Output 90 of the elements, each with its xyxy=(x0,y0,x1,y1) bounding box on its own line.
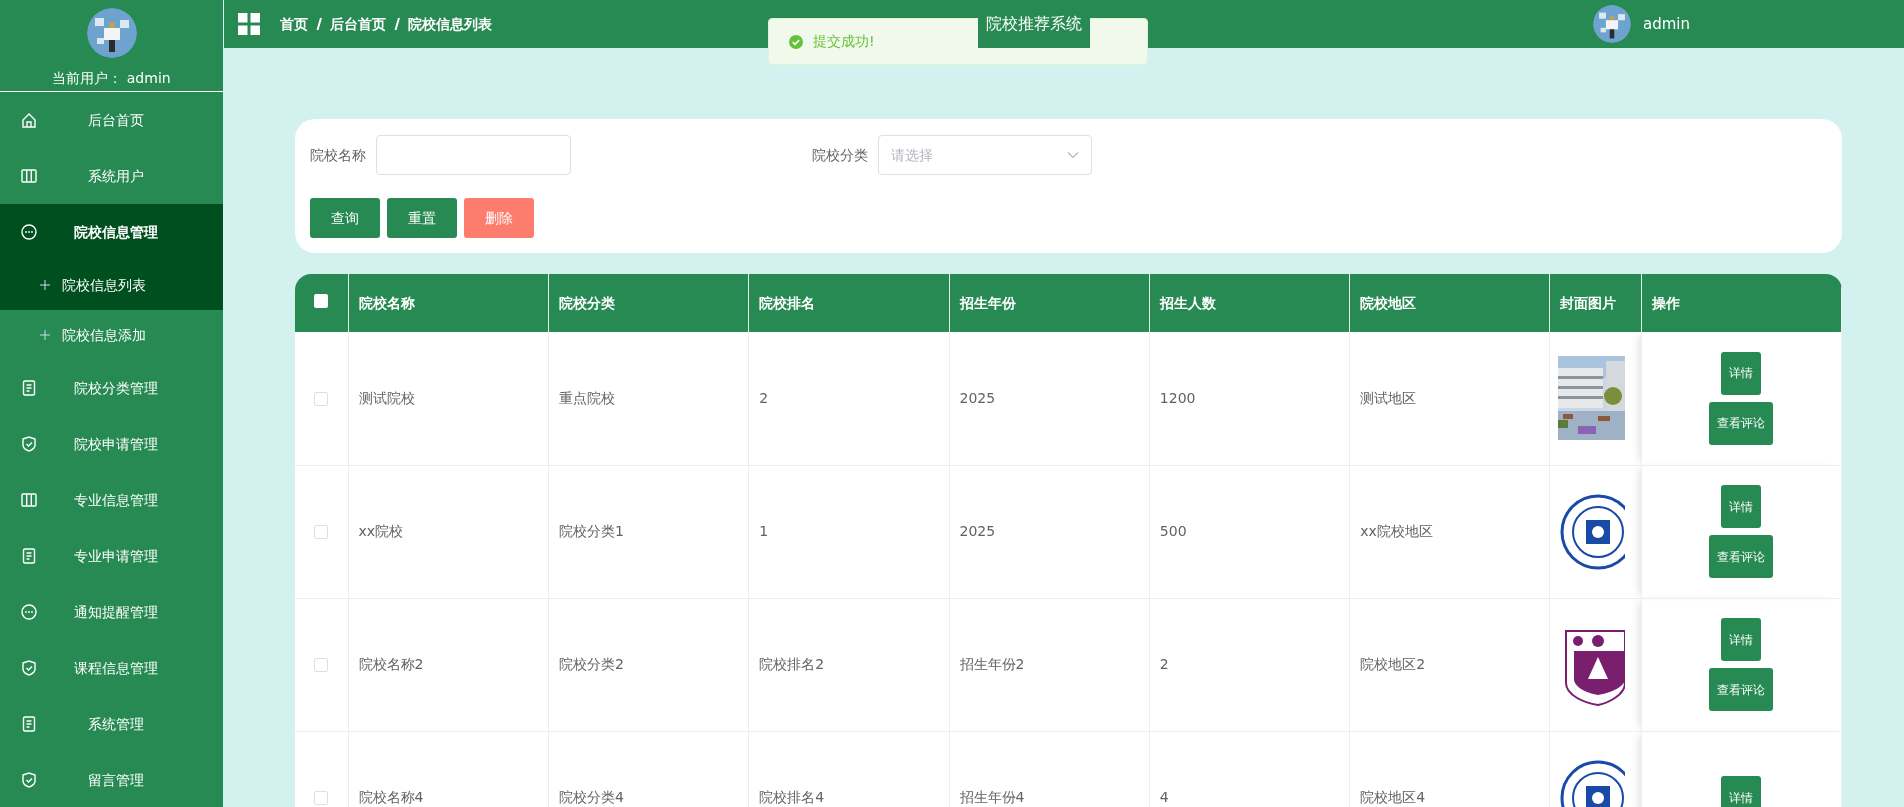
table-cell: 院校排名4 xyxy=(759,789,825,805)
shield-check-icon xyxy=(20,771,38,789)
document-icon xyxy=(20,715,38,733)
table-cell: xx院校 xyxy=(358,523,404,539)
table-cell: 院校分类4 xyxy=(558,789,624,805)
input-field[interactable] xyxy=(376,135,571,175)
column-header: 招生年份 xyxy=(959,294,1016,311)
table-cell: 招生年份2 xyxy=(959,656,1025,672)
submenu-item[interactable]: 院校信息列表 xyxy=(0,260,223,310)
sidebar-item[interactable]: 系统管理 xyxy=(0,696,223,752)
sidebar-item[interactable]: 专业信息管理 xyxy=(0,472,223,528)
menu-icon[interactable] xyxy=(238,13,260,35)
chevron-down-icon xyxy=(1067,151,1079,159)
table-cell: 重点院校 xyxy=(558,389,615,406)
separator-icon xyxy=(316,16,322,31)
user-label: 当前用户： xyxy=(52,70,123,86)
table-cell: 院校名称2 xyxy=(358,656,424,672)
table-cell: 2025 xyxy=(959,523,996,539)
chat-icon xyxy=(20,603,38,621)
table-cell: 500 xyxy=(1159,523,1187,539)
separator-icon xyxy=(394,16,400,31)
row-checkbox[interactable] xyxy=(314,391,329,406)
table-cell: 4 xyxy=(1159,789,1169,805)
check-circle-icon xyxy=(789,34,803,49)
sidebar-item[interactable]: 院校分类管理 xyxy=(0,360,223,416)
sidebar-item[interactable]: 系统用户 xyxy=(0,148,223,204)
home-icon xyxy=(20,111,38,129)
table-cell: xx院校地区 xyxy=(1360,523,1433,539)
table-cell: 院校排名2 xyxy=(759,656,825,672)
column-header: 院校分类 xyxy=(558,294,615,311)
document-icon xyxy=(20,379,38,397)
chat-icon xyxy=(20,223,38,241)
avatar xyxy=(1593,5,1631,43)
comments-button[interactable]: 查看评论 xyxy=(1709,668,1774,711)
avatar xyxy=(86,8,137,58)
select-all-checkbox[interactable] xyxy=(314,293,329,308)
table-cell: 测试地区 xyxy=(1360,389,1417,406)
table-cell: 2025 xyxy=(959,389,996,406)
sidebar-item[interactable]: 院校信息管理 xyxy=(0,204,223,260)
delete-button[interactable]: 删除 xyxy=(464,198,534,238)
field-label: 院校名称 xyxy=(310,145,366,165)
details-button[interactable]: 详情 xyxy=(1721,776,1762,807)
document-icon xyxy=(20,547,38,565)
table-cell: 1200 xyxy=(1159,389,1196,406)
details-button[interactable]: 详情 xyxy=(1721,351,1762,395)
table-cell: 院校地区4 xyxy=(1360,789,1426,805)
table-cell: 1 xyxy=(759,523,769,539)
column-header: 招生人数 xyxy=(1159,294,1216,311)
table-cell: 招生年份4 xyxy=(959,789,1025,805)
table-cell: 测试院校 xyxy=(358,389,415,406)
table-cell: 2 xyxy=(1159,656,1169,672)
shield-check-icon xyxy=(20,659,38,677)
columns-icon xyxy=(20,167,38,185)
user-name: admin xyxy=(1643,13,1690,35)
user-name: admin xyxy=(126,70,171,86)
column-header: 操作 xyxy=(1651,294,1680,311)
shield-check-icon xyxy=(20,435,38,453)
table-cell: 院校分类1 xyxy=(558,523,624,539)
sidebar-item[interactable]: 留言管理 xyxy=(0,752,223,807)
table-cell: 2 xyxy=(759,389,769,406)
sidebar-item[interactable]: 通知提醒管理 xyxy=(0,584,223,640)
table-cell: 院校分类2 xyxy=(558,656,624,672)
column-header: 院校排名 xyxy=(759,294,816,311)
row-checkbox[interactable] xyxy=(314,525,329,539)
breadcrumb-item[interactable]: 首页 xyxy=(280,13,308,35)
toast-text: 提交成功! xyxy=(813,32,875,51)
column-header: 院校名称 xyxy=(358,294,415,311)
action-button[interactable]: 重置 xyxy=(387,198,457,238)
plus-icon xyxy=(40,330,50,340)
plus-icon xyxy=(40,280,50,290)
column-header: 院校地区 xyxy=(1360,294,1417,311)
details-button[interactable]: 详情 xyxy=(1721,618,1762,661)
columns-icon xyxy=(20,491,38,509)
breadcrumb-item: 院校信息列表 xyxy=(408,14,492,34)
sidebar-item[interactable]: 院校申请管理 xyxy=(0,416,223,472)
row-checkbox[interactable] xyxy=(314,791,329,805)
row-checkbox[interactable] xyxy=(314,658,329,672)
sidebar-item[interactable]: 专业申请管理 xyxy=(0,528,223,584)
breadcrumb-item[interactable]: 后台首页 xyxy=(330,13,386,35)
sidebar-item[interactable]: 后台首页 xyxy=(0,92,223,148)
details-button[interactable]: 详情 xyxy=(1721,485,1762,528)
field-label: 院校分类 xyxy=(812,145,868,165)
submenu-item[interactable]: 院校信息添加 xyxy=(0,310,223,360)
sidebar-item[interactable]: 课程信息管理 xyxy=(0,640,223,696)
comments-button[interactable]: 查看评论 xyxy=(1709,401,1774,445)
table-cell: 院校名称4 xyxy=(358,789,424,805)
table-cell: 院校地区2 xyxy=(1360,656,1426,672)
comments-button[interactable]: 查看评论 xyxy=(1709,535,1774,578)
action-button[interactable]: 查询 xyxy=(310,198,380,238)
column-header: 封面图片 xyxy=(1560,294,1617,311)
